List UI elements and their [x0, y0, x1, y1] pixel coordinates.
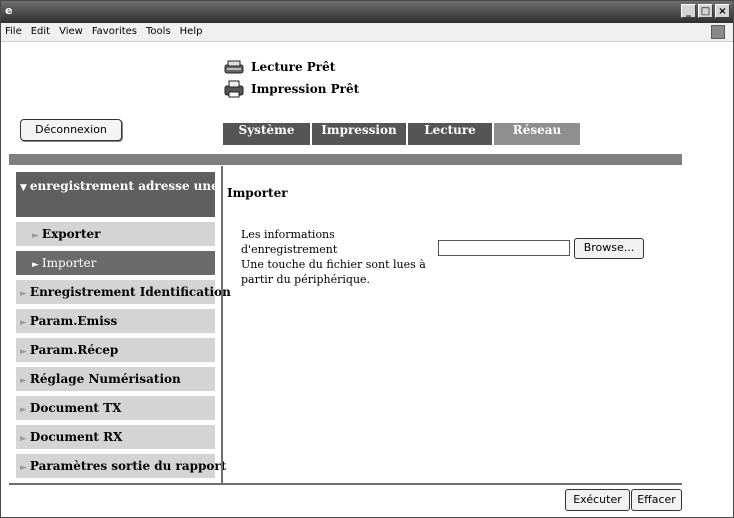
triangle-down-icon: ▼	[20, 183, 27, 193]
printer-icon	[224, 80, 244, 98]
sidebar-item-label: Exporter	[41, 227, 101, 241]
triangle-right-icon: ►	[20, 434, 27, 444]
sidebar-item-label: Importer	[41, 256, 97, 270]
sidebar-item-label: Document TX	[29, 401, 122, 415]
sidebar-item-registration-id[interactable]: ► Enregistrement Identification	[16, 280, 231, 304]
tab-scan[interactable]: Lecture	[408, 123, 492, 145]
sidebar-item-document-tx[interactable]: ► Document TX	[16, 396, 215, 420]
sidebar-item-export[interactable]: ► Exporter	[16, 222, 215, 246]
menu-help[interactable]: Help	[180, 26, 203, 37]
sidebar: ▼ enregistrement adresse une-touche ► Expo…	[16, 172, 270, 483]
clear-button[interactable]: Effacer	[631, 489, 682, 511]
triangle-right-icon: ►	[20, 318, 27, 328]
triangle-right-icon: ►	[32, 231, 39, 241]
page-title: Importer	[227, 186, 288, 200]
windows-logo-icon	[711, 25, 725, 39]
scan-status: Lecture Prêt	[223, 56, 359, 78]
ie-icon: e	[5, 4, 13, 17]
triangle-right-icon: ►	[20, 405, 27, 415]
sidebar-item-label: Param.Emiss	[29, 314, 118, 328]
sidebar-item-rx-settings[interactable]: ► Param.Récep	[16, 338, 215, 362]
footer-divider	[9, 483, 682, 485]
title-bar: e _ □ ×	[1, 1, 733, 23]
description-line: Une touche du fichier sont lues à	[241, 258, 426, 271]
sidebar-item-tx-settings[interactable]: ► Param.Emiss	[16, 309, 215, 333]
sidebar-item-label: Enregistrement Identification	[29, 285, 231, 299]
file-path-input[interactable]	[438, 240, 570, 256]
import-description: Les informations d'enregistrement Une to…	[241, 227, 431, 287]
tab-print[interactable]: Impression	[312, 123, 406, 145]
browse-button[interactable]: Browse...	[574, 238, 644, 259]
triangle-right-icon: ►	[20, 289, 27, 299]
logout-button[interactable]: Déconnexion	[20, 119, 122, 141]
sidebar-group-one-touch[interactable]: ▼ enregistrement adresse une-touche	[16, 172, 270, 217]
triangle-right-icon: ►	[32, 260, 39, 270]
vertical-divider	[221, 166, 223, 484]
main-tabs: Système Impression Lecture Réseau	[223, 123, 580, 145]
scanner-icon	[224, 60, 244, 74]
description-line: partir du périphérique.	[241, 273, 371, 286]
sidebar-item-label: Paramètres sortie du rapport	[29, 459, 227, 473]
menu-tools[interactable]: Tools	[146, 26, 171, 37]
print-status: Impression Prêt	[223, 78, 359, 100]
print-status-text: Impression Prêt	[251, 82, 360, 96]
sidebar-item-label: Param.Récep	[29, 343, 119, 357]
browser-window: e _ □ × File Edit View Favorites Tools H…	[0, 0, 734, 518]
menu-file[interactable]: File	[5, 26, 22, 37]
execute-button[interactable]: Exécuter	[565, 489, 630, 511]
device-status: Lecture Prêt Impression Prêt	[223, 56, 359, 100]
menu-bar: File Edit View Favorites Tools Help	[1, 23, 733, 42]
menu-view[interactable]: View	[59, 26, 83, 37]
window-controls: _ □ ×	[681, 4, 730, 18]
sidebar-item-label: Document RX	[29, 430, 123, 444]
scan-status-text: Lecture Prêt	[251, 60, 336, 74]
header-divider-bar	[9, 154, 682, 165]
triangle-right-icon: ►	[20, 347, 27, 357]
page-content: Lecture Prêt Impression Prêt Déconnexion…	[1, 42, 733, 517]
sidebar-item-report-settings[interactable]: ► Paramètres sortie du rapport	[16, 454, 226, 478]
sidebar-item-import[interactable]: ► Importer	[16, 251, 215, 275]
description-line: Les informations d'enregistrement	[241, 228, 338, 256]
sidebar-item-scan-settings[interactable]: ► Réglage Numérisation	[16, 367, 215, 391]
minimize-icon[interactable]: _	[681, 4, 696, 18]
tab-system[interactable]: Système	[223, 123, 310, 145]
sidebar-item-document-rx[interactable]: ► Document RX	[16, 425, 215, 449]
sidebar-item-label: Réglage Numérisation	[29, 372, 181, 386]
triangle-right-icon: ►	[20, 463, 27, 473]
close-icon[interactable]: ×	[715, 4, 730, 18]
tab-network[interactable]: Réseau	[494, 123, 580, 145]
triangle-right-icon: ►	[20, 376, 27, 386]
menu-edit[interactable]: Edit	[31, 26, 50, 37]
maximize-icon[interactable]: □	[698, 4, 713, 18]
menu-favorites[interactable]: Favorites	[92, 26, 137, 37]
